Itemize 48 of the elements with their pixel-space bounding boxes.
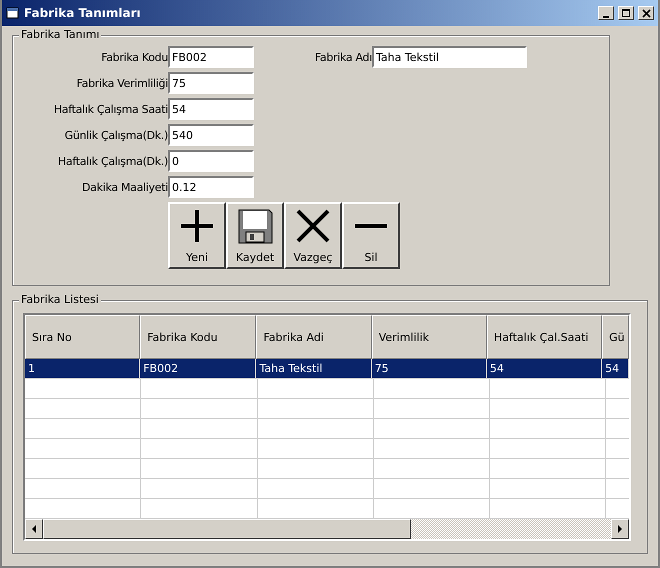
table-cell: 75 — [372, 359, 487, 379]
field-label: Günlik Çalışma(Dk.) — [64, 128, 168, 142]
table-cell: Taha Tekstil — [256, 359, 372, 379]
field-label: Fabrika Adı — [314, 50, 372, 64]
table-cell: 54 — [602, 359, 629, 379]
window-title: Fabrika Tanımları — [24, 6, 142, 20]
right-arrow-icon — [618, 525, 622, 533]
toolbar-button[interactable]: Kaydet — [226, 202, 284, 269]
minus-icon — [355, 224, 387, 228]
field-label: Dakika Maaliyeti — [81, 180, 168, 194]
field-label: Fabrika Kodu — [100, 50, 168, 64]
minimize-icon — [603, 16, 609, 18]
field-label: Haftalık Çalışma(Dk.) — [56, 154, 168, 168]
group-title: Fabrika Tanımı — [19, 28, 102, 41]
input-field[interactable]: 0.12 — [168, 176, 254, 198]
scrollbar-thumb[interactable] — [43, 519, 411, 539]
close-button[interactable] — [638, 6, 654, 20]
table-cell: FB002 — [140, 359, 256, 379]
group-title: Fabrika Listesi — [19, 293, 101, 306]
input-field[interactable]: 540 — [168, 124, 254, 146]
column-header[interactable]: Haftalık Çal.Saati — [486, 315, 602, 359]
toolbar-button[interactable]: Vazgeç — [284, 202, 342, 269]
window-icon — [6, 6, 20, 20]
toolbar-button[interactable]: Yeni — [168, 202, 226, 269]
input-field[interactable]: 0 — [168, 150, 254, 172]
minimize-button[interactable] — [598, 6, 614, 20]
column-header[interactable]: Sıra No — [25, 315, 140, 359]
cross-icon — [295, 208, 331, 244]
plus-icon — [179, 208, 215, 244]
close-icon — [642, 8, 650, 18]
column-header[interactable]: Fabrika Adi — [256, 315, 372, 359]
left-arrow-icon — [32, 525, 36, 533]
toolbar-button[interactable]: Sil — [342, 202, 400, 269]
column-header[interactable]: Fabrika Kodu — [140, 315, 256, 359]
column-header[interactable]: Verimlilik — [372, 315, 487, 359]
field-label: Fabrika Verimliliği — [76, 76, 168, 90]
field-label: Haftalık Çalışma Saati — [52, 102, 168, 116]
column-header[interactable]: Gü — [602, 315, 629, 359]
table-cell: 54 — [486, 359, 602, 379]
scroll-right-button[interactable] — [611, 519, 629, 539]
table-cell: 1 — [25, 359, 140, 379]
maximize-icon — [621, 8, 631, 18]
input-field[interactable]: Taha Tekstil — [372, 46, 527, 68]
scroll-left-button[interactable] — [25, 519, 43, 539]
input-field[interactable]: 54 — [168, 98, 254, 120]
input-field[interactable]: 75 — [168, 72, 254, 94]
input-field[interactable]: FB002 — [168, 46, 254, 68]
maximize-button[interactable] — [618, 6, 634, 20]
